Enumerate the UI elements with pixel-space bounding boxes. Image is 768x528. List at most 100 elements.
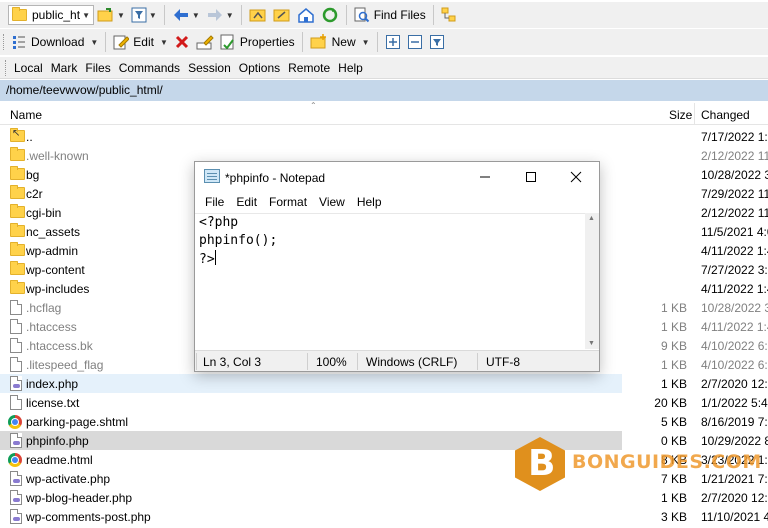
menu-mark[interactable]: Mark bbox=[47, 61, 82, 75]
file-changed: 4/11/2022 1:4 bbox=[701, 244, 768, 258]
notepad-menu-format[interactable]: Format bbox=[263, 195, 313, 209]
notepad-titlebar[interactable]: *phpinfo - Notepad bbox=[195, 162, 599, 192]
file-list-header: ⌃ Name Size Changed bbox=[0, 101, 768, 125]
file-name: .hcflag bbox=[26, 301, 62, 315]
file-name: wp-activate.php bbox=[26, 472, 111, 486]
chevron-down-icon: ▼ bbox=[361, 37, 370, 47]
toolbar-separator bbox=[301, 32, 303, 52]
filter-button[interactable]: ▼ bbox=[128, 4, 160, 26]
menu-help[interactable]: Help bbox=[334, 61, 367, 75]
text-caret bbox=[214, 250, 216, 265]
toolbar-grip[interactable] bbox=[3, 34, 6, 50]
back-button[interactable]: ▼ bbox=[169, 4, 203, 26]
forward-button[interactable]: ▼ bbox=[203, 4, 237, 26]
unselect-files-button[interactable] bbox=[404, 31, 426, 53]
parent-directory-button[interactable] bbox=[246, 4, 270, 26]
file-changed: 1/1/2022 5:45 bbox=[701, 396, 768, 410]
menu-files[interactable]: Files bbox=[81, 61, 114, 75]
notepad-window[interactable]: *phpinfo - Notepad File Edit Format View… bbox=[194, 161, 600, 372]
file-icon bbox=[10, 357, 22, 375]
rename-button[interactable] bbox=[193, 31, 217, 53]
minimize-button[interactable] bbox=[462, 162, 508, 192]
chrome-shape bbox=[8, 453, 22, 467]
refresh-button[interactable] bbox=[318, 4, 342, 26]
file-row[interactable]: .. 7/17/2022 1:1 bbox=[0, 127, 768, 146]
delete-icon bbox=[175, 35, 188, 49]
synchronize-browsing-button[interactable] bbox=[438, 4, 460, 26]
properties-label: Properties bbox=[239, 35, 295, 49]
watermark-letter: B bbox=[528, 443, 556, 484]
chevron-down-icon: ▼ bbox=[90, 37, 99, 47]
open-folder-icon bbox=[97, 8, 113, 22]
notepad-menu-file[interactable]: File bbox=[199, 195, 230, 209]
php-file-shape bbox=[10, 433, 22, 448]
column-changed[interactable]: Changed bbox=[701, 108, 750, 122]
file-changed: 11/5/2021 4:0 bbox=[701, 225, 768, 239]
close-button[interactable] bbox=[553, 162, 599, 192]
menu-commands[interactable]: Commands bbox=[115, 61, 184, 75]
file-shape bbox=[10, 357, 22, 372]
scroll-up-icon[interactable]: ▲ bbox=[588, 215, 595, 222]
menu-remote[interactable]: Remote bbox=[284, 61, 334, 75]
php-file-icon bbox=[10, 509, 22, 527]
column-name[interactable]: Name bbox=[10, 108, 42, 122]
delete-button[interactable] bbox=[171, 31, 193, 53]
file-name: c2r bbox=[26, 187, 43, 201]
file-row[interactable]: index.php 1 KB 2/7/2020 12:0 bbox=[0, 374, 768, 393]
notepad-status-bar: Ln 3, Col 3 100% Windows (CRLF) UTF-8 bbox=[195, 350, 599, 371]
current-path-bar[interactable]: /home/teevwvow/public_html/ bbox=[0, 80, 768, 101]
select-files-button[interactable] bbox=[382, 31, 404, 53]
folder-icon bbox=[10, 280, 25, 297]
chevron-down-icon: ▼ bbox=[191, 10, 200, 20]
new-button[interactable]: New ▼ bbox=[307, 31, 373, 53]
notepad-menu-view[interactable]: View bbox=[313, 195, 351, 209]
column-size[interactable]: Size bbox=[669, 108, 692, 122]
root-directory-button[interactable] bbox=[270, 4, 294, 26]
scroll-down-icon[interactable]: ▼ bbox=[588, 340, 595, 347]
file-icon bbox=[10, 338, 22, 356]
file-row[interactable]: parking-page.shtml 5 KB 8/16/2019 7:5 bbox=[0, 412, 768, 431]
file-name: .htaccess bbox=[26, 320, 77, 334]
path-dropdown[interactable]: public_htr ▼ bbox=[8, 5, 94, 25]
row-highlight bbox=[0, 127, 622, 146]
maximize-button[interactable] bbox=[508, 162, 554, 192]
edit-button[interactable]: Edit ▼ bbox=[110, 31, 171, 53]
file-row[interactable]: wp-comments-post.php 3 KB 11/10/2021 4 bbox=[0, 507, 768, 526]
file-size: 3 KB bbox=[660, 510, 687, 524]
folder-icon bbox=[10, 185, 25, 202]
root-folder-icon bbox=[273, 9, 290, 22]
chevron-down-icon: ▼ bbox=[159, 37, 168, 47]
file-changed: 2/7/2020 12:0 bbox=[701, 491, 768, 505]
file-row[interactable]: wp-blog-header.php 1 KB 2/7/2020 12:0 bbox=[0, 488, 768, 507]
refresh-icon bbox=[322, 7, 337, 23]
file-row[interactable]: license.txt 20 KB 1/1/2022 5:45 bbox=[0, 393, 768, 412]
filter-select-button[interactable] bbox=[426, 31, 448, 53]
file-name: wp-content bbox=[26, 263, 85, 277]
arrow-right-icon bbox=[207, 9, 222, 21]
new-folder-icon bbox=[310, 34, 326, 49]
notepad-vertical-scrollbar[interactable]: ▲ ▼ bbox=[585, 213, 599, 349]
file-changed: 7/27/2022 3: bbox=[701, 263, 768, 277]
find-files-button[interactable]: Find Files bbox=[351, 4, 429, 26]
menu-local[interactable]: Local bbox=[10, 61, 47, 75]
find-files-label: Find Files bbox=[373, 8, 426, 22]
menu-grip[interactable] bbox=[5, 59, 8, 76]
file-changed: 11/10/2021 4 bbox=[701, 510, 768, 524]
notepad-menu-help[interactable]: Help bbox=[351, 195, 388, 209]
file-name: .well-known bbox=[26, 149, 89, 163]
menu-session[interactable]: Session bbox=[184, 61, 235, 75]
notepad-text-area[interactable]: <?php phpinfo(); ?> bbox=[195, 213, 585, 349]
properties-button[interactable]: Properties bbox=[217, 31, 298, 53]
home-directory-button[interactable] bbox=[294, 4, 318, 26]
parent-folder-icon bbox=[249, 9, 266, 22]
parent-folder-shape bbox=[10, 128, 25, 142]
path-dropdown-value: public_htr bbox=[32, 8, 81, 22]
download-button[interactable]: Download ▼ bbox=[8, 31, 101, 53]
file-name: nc_assets bbox=[26, 225, 81, 239]
toolbar-separator bbox=[163, 5, 165, 25]
column-divider[interactable] bbox=[694, 103, 695, 125]
menu-options[interactable]: Options bbox=[235, 61, 284, 75]
open-folder-button[interactable]: ▼ bbox=[94, 4, 128, 26]
toolbar-separator bbox=[376, 32, 378, 52]
notepad-menu-edit[interactable]: Edit bbox=[230, 195, 263, 209]
